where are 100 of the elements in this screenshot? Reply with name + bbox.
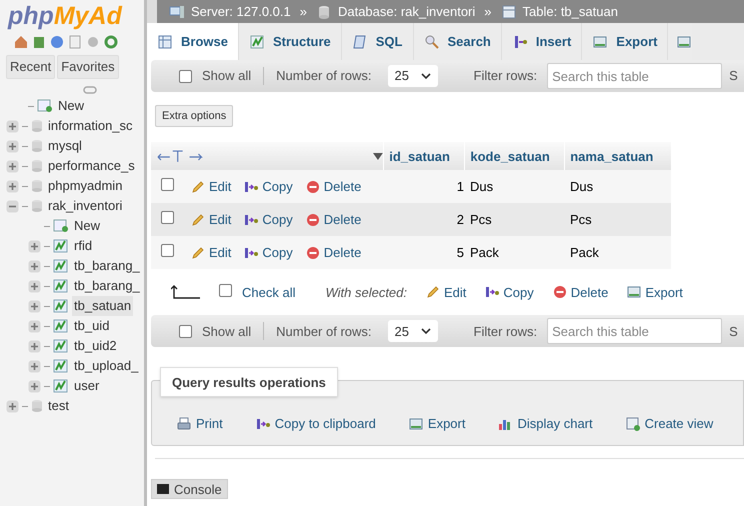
rows-select[interactable]: 25 [388, 65, 438, 87]
row-action-link[interactable]: Edit [190, 243, 232, 262]
sort-icon[interactable] [373, 152, 384, 160]
server-icon [169, 4, 185, 20]
show-all-checkbox[interactable] [179, 324, 192, 338]
show-all-label[interactable]: Show all [202, 66, 252, 86]
operation-link[interactable]: Display chart [497, 414, 593, 434]
check-all-link[interactable]: Check all [242, 282, 296, 302]
tree-item[interactable]: mysql [46, 136, 84, 156]
breadcrumb-link[interactable]: Database: rak_inventori [338, 2, 476, 22]
expander-icon[interactable] [6, 400, 19, 412]
console-button[interactable]: Console [151, 479, 228, 500]
table-cell-text: 2 [456, 211, 465, 229]
tree-item[interactable]: tb_upload_ [72, 356, 140, 376]
row-checkbox[interactable] [161, 211, 174, 224]
show-all-checkbox[interactable] [179, 70, 192, 82]
view-icon [624, 416, 641, 432]
rows-label: Number of rows: [276, 322, 372, 340]
new-icon [53, 219, 69, 233]
table-icon [53, 259, 69, 273]
column-arrows-icon[interactable] [156, 149, 206, 164]
sidebar-tab[interactable]: Favorites [57, 55, 119, 79]
link-icon[interactable] [83, 86, 97, 94]
row-action-link[interactable]: Edit [190, 210, 232, 230]
document-icon[interactable] [68, 35, 82, 49]
table-cell-text: Pcs [569, 211, 593, 229]
row-action-link[interactable]: Edit [190, 177, 232, 196]
chevron-icon [420, 72, 431, 80]
tree-item[interactable]: New [72, 216, 102, 236]
extra-options-button[interactable]: Extra options [155, 105, 234, 128]
delete-icon [552, 284, 568, 300]
row-action-link[interactable]: Delete [304, 243, 362, 262]
row-action-link[interactable]: Delete [304, 177, 362, 196]
expander-icon[interactable] [6, 180, 19, 192]
table-icon [500, 4, 517, 20]
expander-icon[interactable] [6, 200, 19, 212]
rows-label: Number of rows: [276, 67, 372, 86]
expander-icon[interactable] [28, 300, 41, 312]
tree-item[interactable]: test [46, 396, 71, 416]
table-cell-text: Pack [569, 244, 600, 262]
row-action-link[interactable]: Copy [243, 210, 293, 230]
sql-icon [352, 34, 368, 50]
tree-item[interactable]: tb_uid2 [72, 336, 119, 356]
tree-item[interactable]: user [72, 376, 102, 396]
row-checkbox[interactable] [161, 178, 174, 191]
expander-icon[interactable] [28, 240, 41, 252]
table-cell-text: 1 [456, 178, 465, 196]
row-checkbox[interactable] [161, 244, 174, 257]
tree-item[interactable]: rfid [72, 236, 94, 256]
tree-item[interactable]: phpmyadmin [46, 176, 124, 196]
breadcrumb-link[interactable]: Server: 127.0.0.1 [191, 2, 291, 22]
tree-item[interactable]: information_sc [46, 116, 135, 136]
tree-item[interactable]: New [56, 96, 86, 116]
bulk-action-link[interactable]: Edit [425, 282, 466, 302]
expander-icon[interactable] [6, 160, 19, 172]
bulk-action-link[interactable]: Copy [484, 282, 534, 302]
breadcrumb-link[interactable]: Table: tb_satuan [522, 2, 618, 22]
check-all-checkbox[interactable] [219, 284, 232, 296]
tree-item[interactable]: tb_barang_ [72, 276, 142, 296]
filter-field[interactable]: Search this table [547, 318, 722, 344]
operation-link[interactable]: Create view [624, 414, 714, 434]
table-icon [676, 34, 692, 50]
bulk-action-link[interactable]: Export [626, 282, 683, 302]
bulk-action-link[interactable]: Delete [552, 282, 608, 302]
rows-select[interactable]: 25 [388, 320, 438, 342]
help-icon[interactable] [50, 35, 64, 49]
expander-icon[interactable] [6, 140, 19, 152]
pencil-icon [190, 178, 206, 195]
expander-icon[interactable] [28, 360, 41, 372]
operation-link[interactable]: Export [408, 414, 466, 434]
table-cell-text: Dus [569, 178, 594, 196]
tab[interactable]: Browse [147, 23, 239, 60]
tab[interactable]: Search [414, 23, 502, 60]
home-icon[interactable] [14, 35, 28, 49]
chevron-icon [420, 327, 431, 336]
row-action-link[interactable]: Copy [243, 177, 293, 196]
expander-icon[interactable] [6, 120, 19, 132]
sidebar-tab[interactable]: Recent [6, 55, 56, 79]
export-icon [592, 34, 608, 50]
operation-link[interactable]: Print [176, 414, 223, 434]
tree-item[interactable]: tb_barang_ [72, 256, 142, 276]
tree-item[interactable]: tb_satuan [72, 296, 134, 316]
pencil-icon [190, 212, 206, 228]
expander-icon[interactable] [28, 260, 41, 272]
row-action-link[interactable]: Copy [243, 243, 293, 262]
operations-title: Query results operations [160, 367, 338, 398]
table-icon [53, 339, 69, 353]
expander-icon[interactable] [28, 340, 41, 352]
filter-field[interactable]: Search this table [547, 63, 722, 89]
search-icon [424, 34, 440, 50]
expander-icon[interactable] [28, 280, 41, 292]
row-action-link[interactable]: Delete [304, 210, 362, 230]
tree-item[interactable]: rak_inventori [46, 196, 124, 216]
expander-icon[interactable] [28, 320, 41, 332]
expander-icon[interactable] [28, 380, 41, 392]
operation-link[interactable]: Copy to clipboard [254, 414, 376, 434]
show-all-label[interactable]: Show all [202, 322, 252, 341]
tree-item[interactable]: performance_s [46, 156, 137, 176]
table-cell-text: 5 [456, 244, 465, 262]
tree-item[interactable]: tb_uid [72, 316, 112, 336]
